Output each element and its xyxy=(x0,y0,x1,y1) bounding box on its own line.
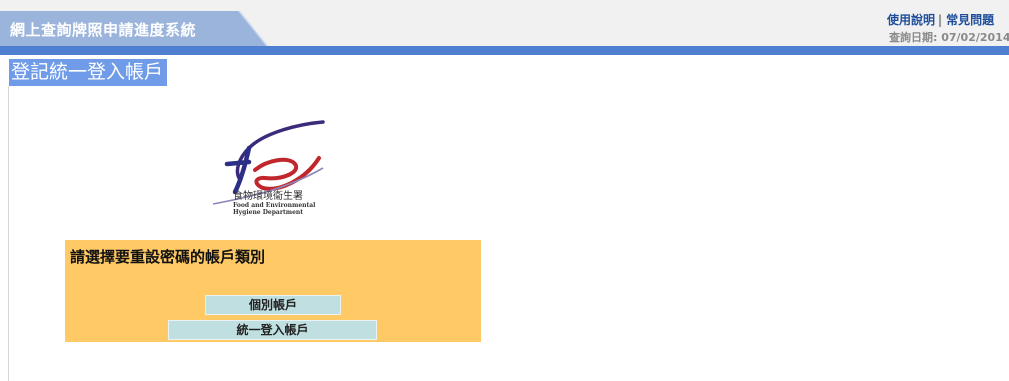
link-separator: | xyxy=(938,13,943,27)
app-title: 網上查詢牌照申請進度系統 xyxy=(10,21,197,39)
top-header: 網上查詢牌照申請進度系統 使用說明 | 常見問題 查詢日期: 07/02/2014 xyxy=(0,0,1009,46)
header-links: 使用說明 | 常見問題 xyxy=(887,11,994,28)
unified-login-account-button[interactable]: 統一登入帳戶 xyxy=(168,320,377,340)
left-divider xyxy=(8,86,9,381)
help-link[interactable]: 使用說明 xyxy=(887,13,935,27)
account-type-panel: 請選擇要重設密碼的帳戶類別 個別帳戶 統一登入帳戶 xyxy=(65,240,481,342)
individual-account-button[interactable]: 個別帳戶 xyxy=(205,295,341,315)
header-accent-bar xyxy=(0,46,1009,55)
page-title: 登記統一登入帳戶 xyxy=(9,59,168,86)
logo-name-english: Food and Environmental Hygiene Departmen… xyxy=(233,202,315,216)
logo-name-english-line1: Food and Environmental xyxy=(233,202,316,209)
faq-link[interactable]: 常見問題 xyxy=(946,13,994,27)
query-date: 查詢日期: 07/02/2014 xyxy=(889,31,1009,44)
logo-name-chinese: 食物環境衞生署 xyxy=(233,191,303,202)
logo-name-english-line2: Hygiene Department xyxy=(233,209,304,216)
panel-heading: 請選擇要重設密碼的帳戶類別 xyxy=(70,248,266,266)
